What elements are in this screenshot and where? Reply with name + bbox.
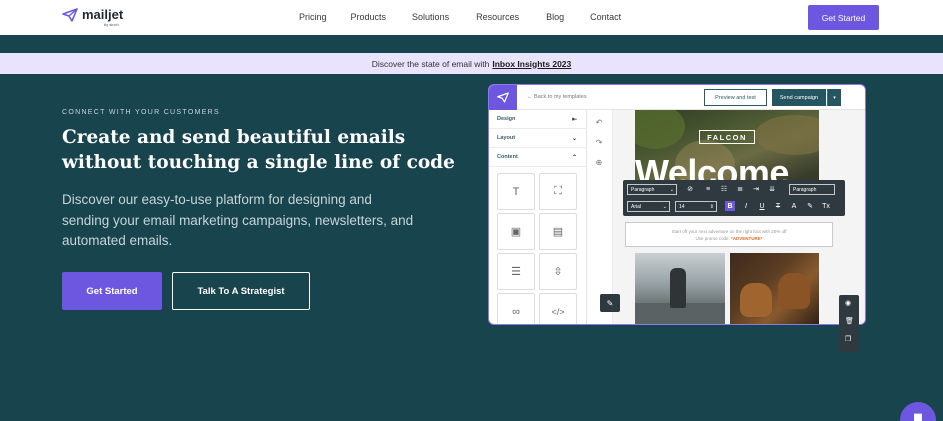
edit-pencil-icon: ✎ xyxy=(600,294,620,312)
numbered-list-icon: ☷ xyxy=(720,186,728,193)
hero-headline: Create and send beautiful emails without… xyxy=(62,127,455,173)
collapse-left-icon: ⇤ xyxy=(571,116,577,123)
nav-link-solutions[interactable]: Solutions xyxy=(412,12,449,22)
promo-code: *ADVENTURE* xyxy=(731,236,763,241)
falcon-brand-label: FALCON xyxy=(699,130,755,144)
block-actions-toolbar: ◉ 🗑 ❐ xyxy=(839,295,859,352)
highlight-icon: ✎ xyxy=(807,203,813,210)
sidebar-section-label: Content xyxy=(497,154,518,160)
sidebar-section-content: Content ⌃ xyxy=(489,148,587,167)
banner-text: Discover the state of email with xyxy=(371,58,490,69)
announcement-banner: Discover the state of email with Inbox I… xyxy=(0,53,943,74)
paper-plane-icon xyxy=(497,92,509,103)
chevron-down-icon: ⌄ xyxy=(669,186,674,193)
merge-tag-icon: ⇊ xyxy=(769,186,775,193)
stepper-icon: ⇕ xyxy=(709,203,714,210)
strikethrough-icon: T xyxy=(775,202,781,210)
nav-get-started-button[interactable]: Get Started xyxy=(808,5,879,30)
paragraph-select-value: Paragraph xyxy=(631,186,655,193)
zoom-icon: ⊕ xyxy=(595,157,603,167)
editor-topbar: ← Back to my templates Preview and test … xyxy=(489,85,865,110)
image-caption-block-icon: ▤ xyxy=(539,213,577,250)
image-text-block-icon: ⛶ xyxy=(539,173,577,210)
email-canvas: FALCON Welcome Paragraph ⌄ ⊘ ≡ ☷ ≣ ⇥ ⇊ Pa… xyxy=(613,110,865,324)
delete-icon: 🗑 xyxy=(845,318,854,325)
send-campaign-button: Send campaign xyxy=(772,89,826,106)
sidebar-section-label: Design xyxy=(497,116,516,122)
send-dropdown-icon: ▾ xyxy=(827,89,841,106)
chevron-down-icon: ⌄ xyxy=(662,203,667,210)
bullet-list-icon: ≡ xyxy=(705,185,711,193)
banner-link[interactable]: Inbox Insights 2023 xyxy=(492,59,571,69)
text-color-icon: A xyxy=(791,202,797,210)
email-promo-line: Use promo code: *ADVENTURE* xyxy=(626,235,832,242)
talk-to-strategist-button[interactable]: Talk To A Strategist xyxy=(172,272,310,310)
editor-history-tools: ↶ ↷ ⊕ xyxy=(587,110,613,324)
undo-icon: ↶ xyxy=(595,117,603,127)
clear-format-icon: Tx xyxy=(822,202,830,210)
social-block-icon: ∞ xyxy=(497,293,535,324)
button-block-icon: ☰ xyxy=(497,253,535,290)
nav-link-contact[interactable]: Contact xyxy=(590,12,621,22)
sidebar-section-design: Design ⇤ xyxy=(489,110,587,129)
image-block-icon: ▣ xyxy=(497,213,535,250)
sidebar-section-label: Layout xyxy=(497,135,516,141)
paragraph-style-select: Paragraph ⌄ xyxy=(627,184,677,195)
preview-and-test-button: Preview and test xyxy=(704,89,767,106)
hiker-photo xyxy=(635,253,725,324)
nav-link-pricing[interactable]: Pricing xyxy=(299,12,327,22)
view-icon: ◉ xyxy=(845,300,852,307)
hero-eyebrow: CONNECT WITH YOUR CUSTOMERS xyxy=(62,109,220,116)
back-to-templates-link: ← Back to my templates xyxy=(527,94,587,100)
top-navigation: mailjet by sinch Pricing Products Soluti… xyxy=(0,0,943,35)
nav-link-products[interactable]: Products xyxy=(351,12,387,22)
back-link-label: Back to my templates xyxy=(534,94,587,100)
sidebar-section-layout: Layout ⌄ xyxy=(489,129,587,148)
unlink-icon: ⊘ xyxy=(687,186,693,193)
hero-subtext: Discover our easy-to-use platform for de… xyxy=(62,192,414,248)
block-type-select: Paragraph xyxy=(789,184,835,195)
text-block-icon: T xyxy=(497,173,535,210)
email-text-block: Start off your next adventure on the rig… xyxy=(625,222,833,247)
hero-get-started-button[interactable]: Get Started xyxy=(62,272,162,310)
font-select-value: Arial xyxy=(631,203,642,210)
font-size-value: 14 xyxy=(679,203,685,210)
text-format-toolbar: Paragraph ⌄ ⊘ ≡ ☷ ≣ ⇥ ⇊ Paragraph Arial ⌄ … xyxy=(623,180,845,216)
underline-icon: U xyxy=(759,202,765,210)
redo-icon: ↷ xyxy=(595,137,603,147)
logo-text: mailjet xyxy=(82,7,124,22)
font-family-select: Arial ⌄ xyxy=(627,201,670,212)
editor-sidebar: Design ⇤ Layout ⌄ Content ⌃ T ⛶ ▣ ▤ ☰ ⇳ ∞ <… xyxy=(489,110,587,324)
nav-link-blog[interactable]: Blog xyxy=(546,12,564,22)
italic-icon: I xyxy=(745,202,747,210)
align-left-icon: ≣ xyxy=(737,186,743,193)
header-divider-strip xyxy=(0,35,943,53)
mailjet-logo[interactable]: mailjet by sinch xyxy=(62,7,124,27)
chevron-up-icon: ⌃ xyxy=(571,154,577,161)
boots-photo xyxy=(730,253,819,324)
html-block-icon: </> xyxy=(539,293,577,324)
nav-links: Pricing Products Solutions Resources Blo… xyxy=(299,12,621,22)
paper-plane-icon xyxy=(62,8,78,22)
promo-prefix: Use promo code: xyxy=(695,236,730,241)
email-editor-preview: ← Back to my templates Preview and test … xyxy=(488,84,866,325)
editor-logo xyxy=(489,85,517,110)
chevron-down-icon: ⌄ xyxy=(571,135,577,142)
indent-icon: ⇥ xyxy=(753,186,759,193)
duplicate-icon: ❐ xyxy=(845,336,852,343)
logo-subtext: by sinch xyxy=(104,22,119,27)
bold-icon: B xyxy=(725,201,735,211)
spacer-block-icon: ⇳ xyxy=(539,253,577,290)
nav-link-resources[interactable]: Resources xyxy=(476,12,519,22)
font-size-select: 14 ⇕ xyxy=(675,201,717,212)
email-body-line: Start off your next adventure on the rig… xyxy=(671,229,787,234)
